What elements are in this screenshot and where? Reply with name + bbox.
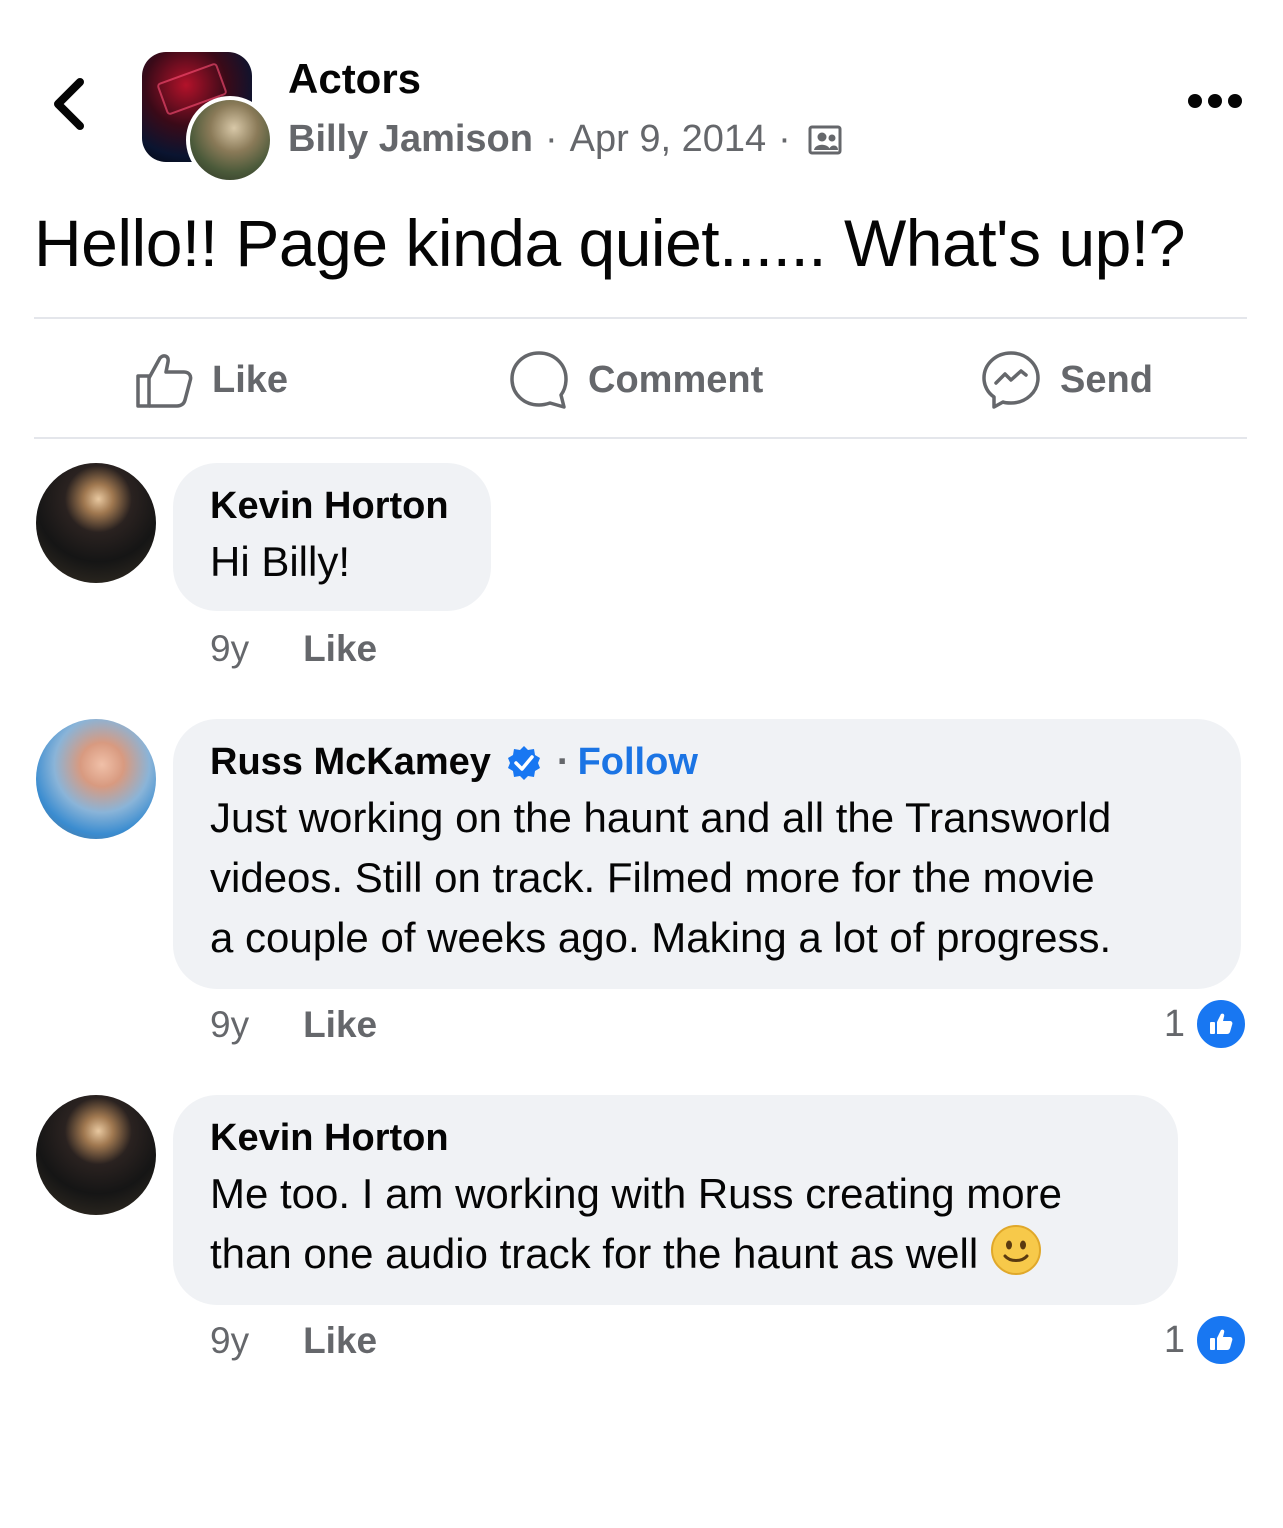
comment-like-button[interactable]: Like	[303, 628, 377, 670]
send-button[interactable]: Send	[980, 340, 1153, 420]
comment-age[interactable]: 9y	[210, 1320, 249, 1362]
comment-age[interactable]: 9y	[210, 628, 249, 670]
comment-meta: 9y Like	[210, 628, 377, 670]
reaction-count: 1	[1163, 1002, 1185, 1045]
reaction-count: 1	[1163, 1318, 1185, 1361]
comment-age[interactable]: 9y	[210, 1004, 249, 1046]
post-text: Hello!! Page kinda quiet...... What's up…	[34, 206, 1185, 280]
like-reaction-icon	[1195, 1314, 1247, 1366]
meta-separator: ·	[778, 118, 791, 160]
commenter-avatar[interactable]	[36, 1095, 156, 1215]
thumbs-up-icon	[136, 354, 193, 408]
commenter-avatar[interactable]	[36, 463, 156, 583]
messenger-icon	[982, 351, 1040, 409]
like-reaction-icon	[1195, 998, 1247, 1050]
divider	[34, 317, 1247, 319]
comment-bubble: Kevin Horton Hi Billy!	[173, 463, 491, 611]
comment-text: Hi Billy!	[210, 538, 351, 585]
comment-label: Comment	[588, 358, 764, 401]
commenter-name[interactable]: Kevin Horton	[210, 485, 454, 528]
comment-text: Just working on the haunt and all the Tr…	[210, 788, 1204, 968]
commenter-name[interactable]: Russ McKamey	[210, 741, 491, 784]
post-date[interactable]: Apr 9, 2014	[570, 118, 766, 161]
comment-text-line: Just working on the haunt and all the Tr…	[210, 794, 1112, 841]
commenter-name[interactable]: Kevin Horton	[210, 1117, 1141, 1160]
members-privacy-icon	[808, 125, 842, 154]
reaction-summary[interactable]: 1	[1164, 1314, 1247, 1366]
comment-text-line: videos. Still on track. Filmed more for …	[210, 854, 1095, 901]
comment-text-fragment: than one audio track for the haunt as we…	[210, 1230, 979, 1277]
group-name[interactable]: Actors	[288, 55, 421, 103]
comment-bubble: Kevin Horton Me too. I am working with R…	[173, 1095, 1178, 1305]
comment-text-line: a couple of weeks ago. Making a lot of p…	[210, 914, 1112, 961]
comment-like-button[interactable]: Like	[303, 1004, 377, 1046]
comment-like-button[interactable]: Like	[303, 1320, 377, 1362]
more-options-button[interactable]	[1180, 84, 1250, 120]
reaction-summary[interactable]: 1	[1164, 998, 1247, 1050]
comment-button[interactable]: Comment	[508, 340, 763, 420]
send-label: Send	[1060, 358, 1153, 401]
comment-text-line: than one audio track for the haunt as we…	[210, 1224, 1141, 1284]
comment-text-line: Me too. I am working with Russ creating …	[210, 1170, 1062, 1217]
post-meta: Billy Jamison · Apr 9, 2014 ·	[288, 118, 843, 161]
name-separator: ·	[556, 741, 570, 783]
author-name[interactable]: Billy Jamison	[288, 118, 533, 161]
slightly-smiling-face-icon	[991, 1225, 1042, 1275]
meta-separator: ·	[544, 118, 558, 160]
comment-bubble-icon	[510, 351, 568, 409]
comment-meta: 9y Like	[210, 1320, 377, 1362]
verified-badge-icon	[507, 745, 540, 780]
commenter-avatar[interactable]	[36, 719, 156, 839]
commenter-header: Russ McKamey · Follow	[210, 741, 1204, 784]
author-avatar[interactable]	[186, 96, 274, 184]
divider	[34, 437, 1247, 439]
like-button[interactable]: Like	[134, 340, 288, 420]
like-label: Like	[212, 358, 289, 401]
back-button[interactable]	[40, 70, 100, 134]
comment-meta: 9y Like	[210, 1004, 377, 1046]
follow-button[interactable]: Follow	[578, 741, 698, 784]
chevron-left-icon	[54, 78, 84, 130]
comment-bubble: Russ McKamey · Follow Just working on th…	[173, 719, 1241, 989]
comment-text: Me too. I am working with Russ creating …	[210, 1164, 1141, 1284]
